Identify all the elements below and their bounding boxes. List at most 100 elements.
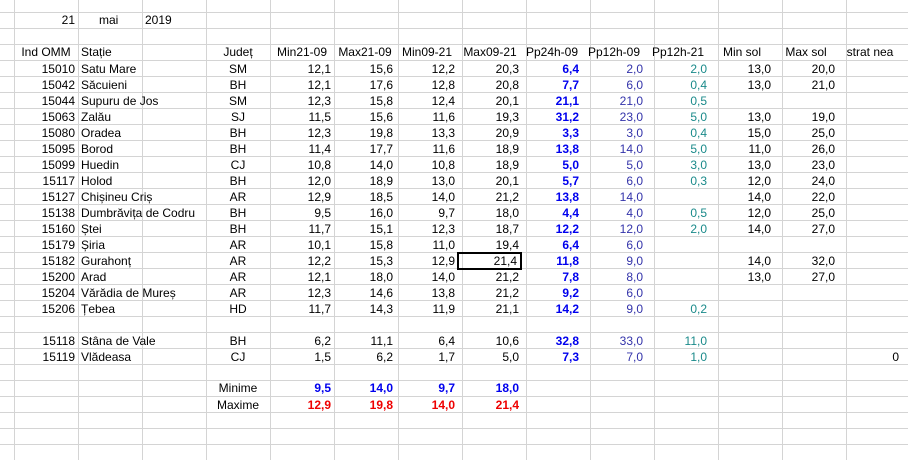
cell-strat-nea[interactable] (838, 61, 902, 77)
cell-max09-21[interactable]: 21,2 (458, 285, 522, 301)
cell-strat-nea[interactable]: 0 (838, 349, 902, 365)
cell-ind-omm[interactable]: 15010 (14, 61, 78, 77)
cell-max-sol[interactable]: 23,0 (774, 157, 838, 173)
cell-max21-09[interactable]: 15,6 (334, 109, 396, 125)
cell-ind-omm[interactable]: 15182 (14, 253, 78, 269)
cell-pp12h-21[interactable]: 0,3 (646, 173, 710, 189)
cell-judet[interactable]: BH (206, 77, 270, 93)
cell-pp12h-21[interactable]: 0,2 (646, 301, 710, 317)
cell-judet[interactable]: AR (206, 189, 270, 205)
cell-min-sol[interactable]: 14,0 (710, 189, 774, 205)
cell-pp12h-09[interactable]: 6,0 (582, 237, 646, 253)
minime-max21-09[interactable]: 14,0 (334, 380, 396, 396)
cell-min21-09[interactable]: 10,8 (270, 157, 334, 173)
minime-max09-21[interactable]: 18,0 (458, 380, 522, 396)
cell-max21-09[interactable]: 14,6 (334, 285, 396, 301)
cell-statie[interactable]: Chișineu Criș (78, 189, 206, 205)
cell-statie[interactable]: Vărădia de Mureș (78, 285, 206, 301)
cell-judet[interactable]: HD (206, 301, 270, 317)
cell-statie[interactable]: Holod (78, 173, 206, 189)
cell-max-sol[interactable]: 27,0 (774, 221, 838, 237)
cell-statie[interactable]: Stâna de Vale (78, 333, 206, 349)
cell-max21-09[interactable]: 15,1 (334, 221, 396, 237)
cell-min21-09[interactable]: 12,1 (270, 61, 334, 77)
cell-judet[interactable]: BH (206, 333, 270, 349)
cell-pp24h-09[interactable]: 7,3 (522, 349, 582, 365)
cell-strat-nea[interactable] (838, 269, 902, 285)
cell-statie[interactable]: Zalău (78, 109, 206, 125)
cell-pp24h-09[interactable]: 9,2 (522, 285, 582, 301)
cell-strat-nea[interactable] (838, 93, 902, 109)
cell-max21-09[interactable]: 15,3 (334, 253, 396, 269)
header-ind-omm[interactable]: Ind OMM (14, 44, 78, 60)
cell-pp12h-21[interactable] (646, 237, 710, 253)
cell-pp12h-21[interactable]: 2,0 (646, 61, 710, 77)
date-year-cell[interactable]: 2019 (142, 12, 206, 28)
cell-pp12h-21[interactable]: 11,0 (646, 333, 710, 349)
cell-max09-21[interactable]: 18,9 (458, 157, 522, 173)
cell-ind-omm[interactable]: 15200 (14, 269, 78, 285)
cell-max21-09[interactable]: 15,6 (334, 61, 396, 77)
cell-pp12h-09[interactable]: 9,0 (582, 253, 646, 269)
cell-ind-omm[interactable]: 15044 (14, 93, 78, 109)
cell-strat-nea[interactable] (838, 109, 902, 125)
header-pp24h-09[interactable]: Pp24h-09 (522, 44, 582, 60)
cell-max09-21[interactable]: 10,6 (458, 333, 522, 349)
cell-judet[interactable]: CJ (206, 349, 270, 365)
header-judet[interactable]: Județ (206, 44, 270, 60)
cell-strat-nea[interactable] (838, 141, 902, 157)
cell-judet[interactable]: AR (206, 253, 270, 269)
cell-pp12h-09[interactable]: 9,0 (582, 301, 646, 317)
cell-max-sol[interactable]: 24,0 (774, 173, 838, 189)
cell-pp12h-09[interactable]: 14,0 (582, 189, 646, 205)
cell-max09-21[interactable]: 19,4 (458, 237, 522, 253)
cell-max-sol[interactable]: 26,0 (774, 141, 838, 157)
cell-statie[interactable]: Borod (78, 141, 206, 157)
max-label-cell[interactable]: Maxime (206, 397, 270, 413)
cell-pp24h-09[interactable]: 12,2 (522, 221, 582, 237)
cell-strat-nea[interactable] (838, 189, 902, 205)
cell-max21-09[interactable]: 18,9 (334, 173, 396, 189)
cell-pp12h-21[interactable] (646, 285, 710, 301)
cell-min21-09[interactable]: 1,5 (270, 349, 334, 365)
cell-max21-09[interactable]: 16,0 (334, 205, 396, 221)
cell-max21-09[interactable]: 14,3 (334, 301, 396, 317)
cell-strat-nea[interactable] (838, 301, 902, 317)
cell-max09-21[interactable]: 20,1 (458, 93, 522, 109)
cell-statie[interactable]: Supuru de Jos (78, 93, 206, 109)
cell-strat-nea[interactable] (838, 221, 902, 237)
cell-strat-nea[interactable] (838, 125, 902, 141)
cell-judet[interactable]: SM (206, 61, 270, 77)
cell-pp24h-09[interactable]: 11,8 (522, 253, 582, 269)
cell-pp12h-09[interactable]: 8,0 (582, 269, 646, 285)
cell-max-sol[interactable]: 20,0 (774, 61, 838, 77)
cell-pp24h-09[interactable]: 21,1 (522, 93, 582, 109)
cell-pp12h-09[interactable]: 3,0 (582, 125, 646, 141)
cell-max-sol[interactable] (774, 93, 838, 109)
cell-max-sol[interactable]: 32,0 (774, 253, 838, 269)
cell-max21-09[interactable]: 17,6 (334, 77, 396, 93)
cell-statie[interactable]: Oradea (78, 125, 206, 141)
maxime-max21-09[interactable]: 19,8 (334, 397, 396, 413)
cell-pp12h-21[interactable]: 5,0 (646, 109, 710, 125)
cell-max21-09[interactable]: 6,2 (334, 349, 396, 365)
cell-pp12h-09[interactable]: 6,0 (582, 285, 646, 301)
cell-min09-21[interactable]: 11,0 (396, 237, 458, 253)
cell-pp12h-09[interactable]: 14,0 (582, 141, 646, 157)
cell-strat-nea[interactable] (838, 237, 902, 253)
cell-pp12h-21[interactable]: 0,4 (646, 77, 710, 93)
cell-min09-21[interactable]: 6,4 (396, 333, 458, 349)
cell-min09-21[interactable]: 9,7 (396, 205, 458, 221)
cell-pp24h-09[interactable]: 7,7 (522, 77, 582, 93)
cell-max09-21[interactable]: 18,7 (458, 221, 522, 237)
cell-max09-21[interactable]: 21,2 (458, 189, 522, 205)
cell-pp24h-09[interactable]: 13,8 (522, 141, 582, 157)
cell-min-sol[interactable] (710, 93, 774, 109)
minime-min21-09[interactable]: 9,5 (270, 380, 334, 396)
cell-pp24h-09[interactable]: 3,3 (522, 125, 582, 141)
cell-ind-omm[interactable]: 15099 (14, 157, 78, 173)
cell-ind-omm[interactable]: 15206 (14, 301, 78, 317)
cell-min09-21[interactable]: 11,9 (396, 301, 458, 317)
cell-ind-omm[interactable]: 15042 (14, 77, 78, 93)
cell-min09-21[interactable]: 13,3 (396, 125, 458, 141)
